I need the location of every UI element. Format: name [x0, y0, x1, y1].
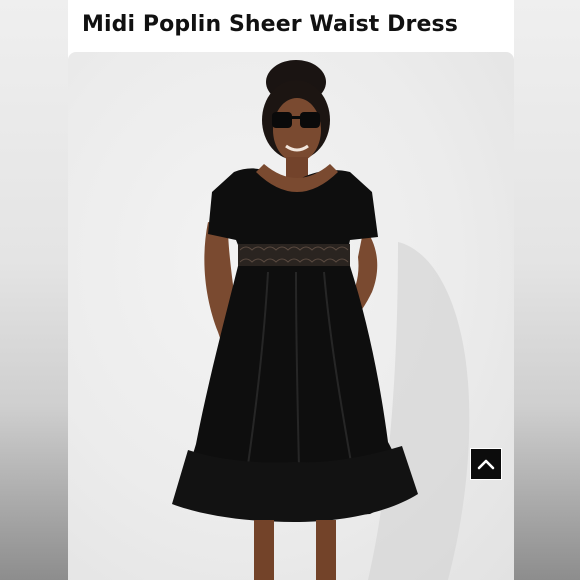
back-to-top-button[interactable]	[470, 448, 502, 480]
neck	[286, 157, 308, 179]
left-leg	[254, 520, 274, 580]
face	[273, 98, 321, 162]
product-title: Midi Poplin Sheer Waist Dress	[82, 12, 458, 37]
chevron-up-icon	[477, 459, 495, 470]
right-leg	[316, 520, 336, 580]
product-photo[interactable]	[68, 52, 514, 580]
listing-panel: Midi Poplin Sheer Waist Dress	[68, 0, 514, 580]
right-background-edge	[514, 0, 580, 580]
left-background-edge	[0, 0, 68, 580]
dress-illustration	[172, 60, 470, 580]
